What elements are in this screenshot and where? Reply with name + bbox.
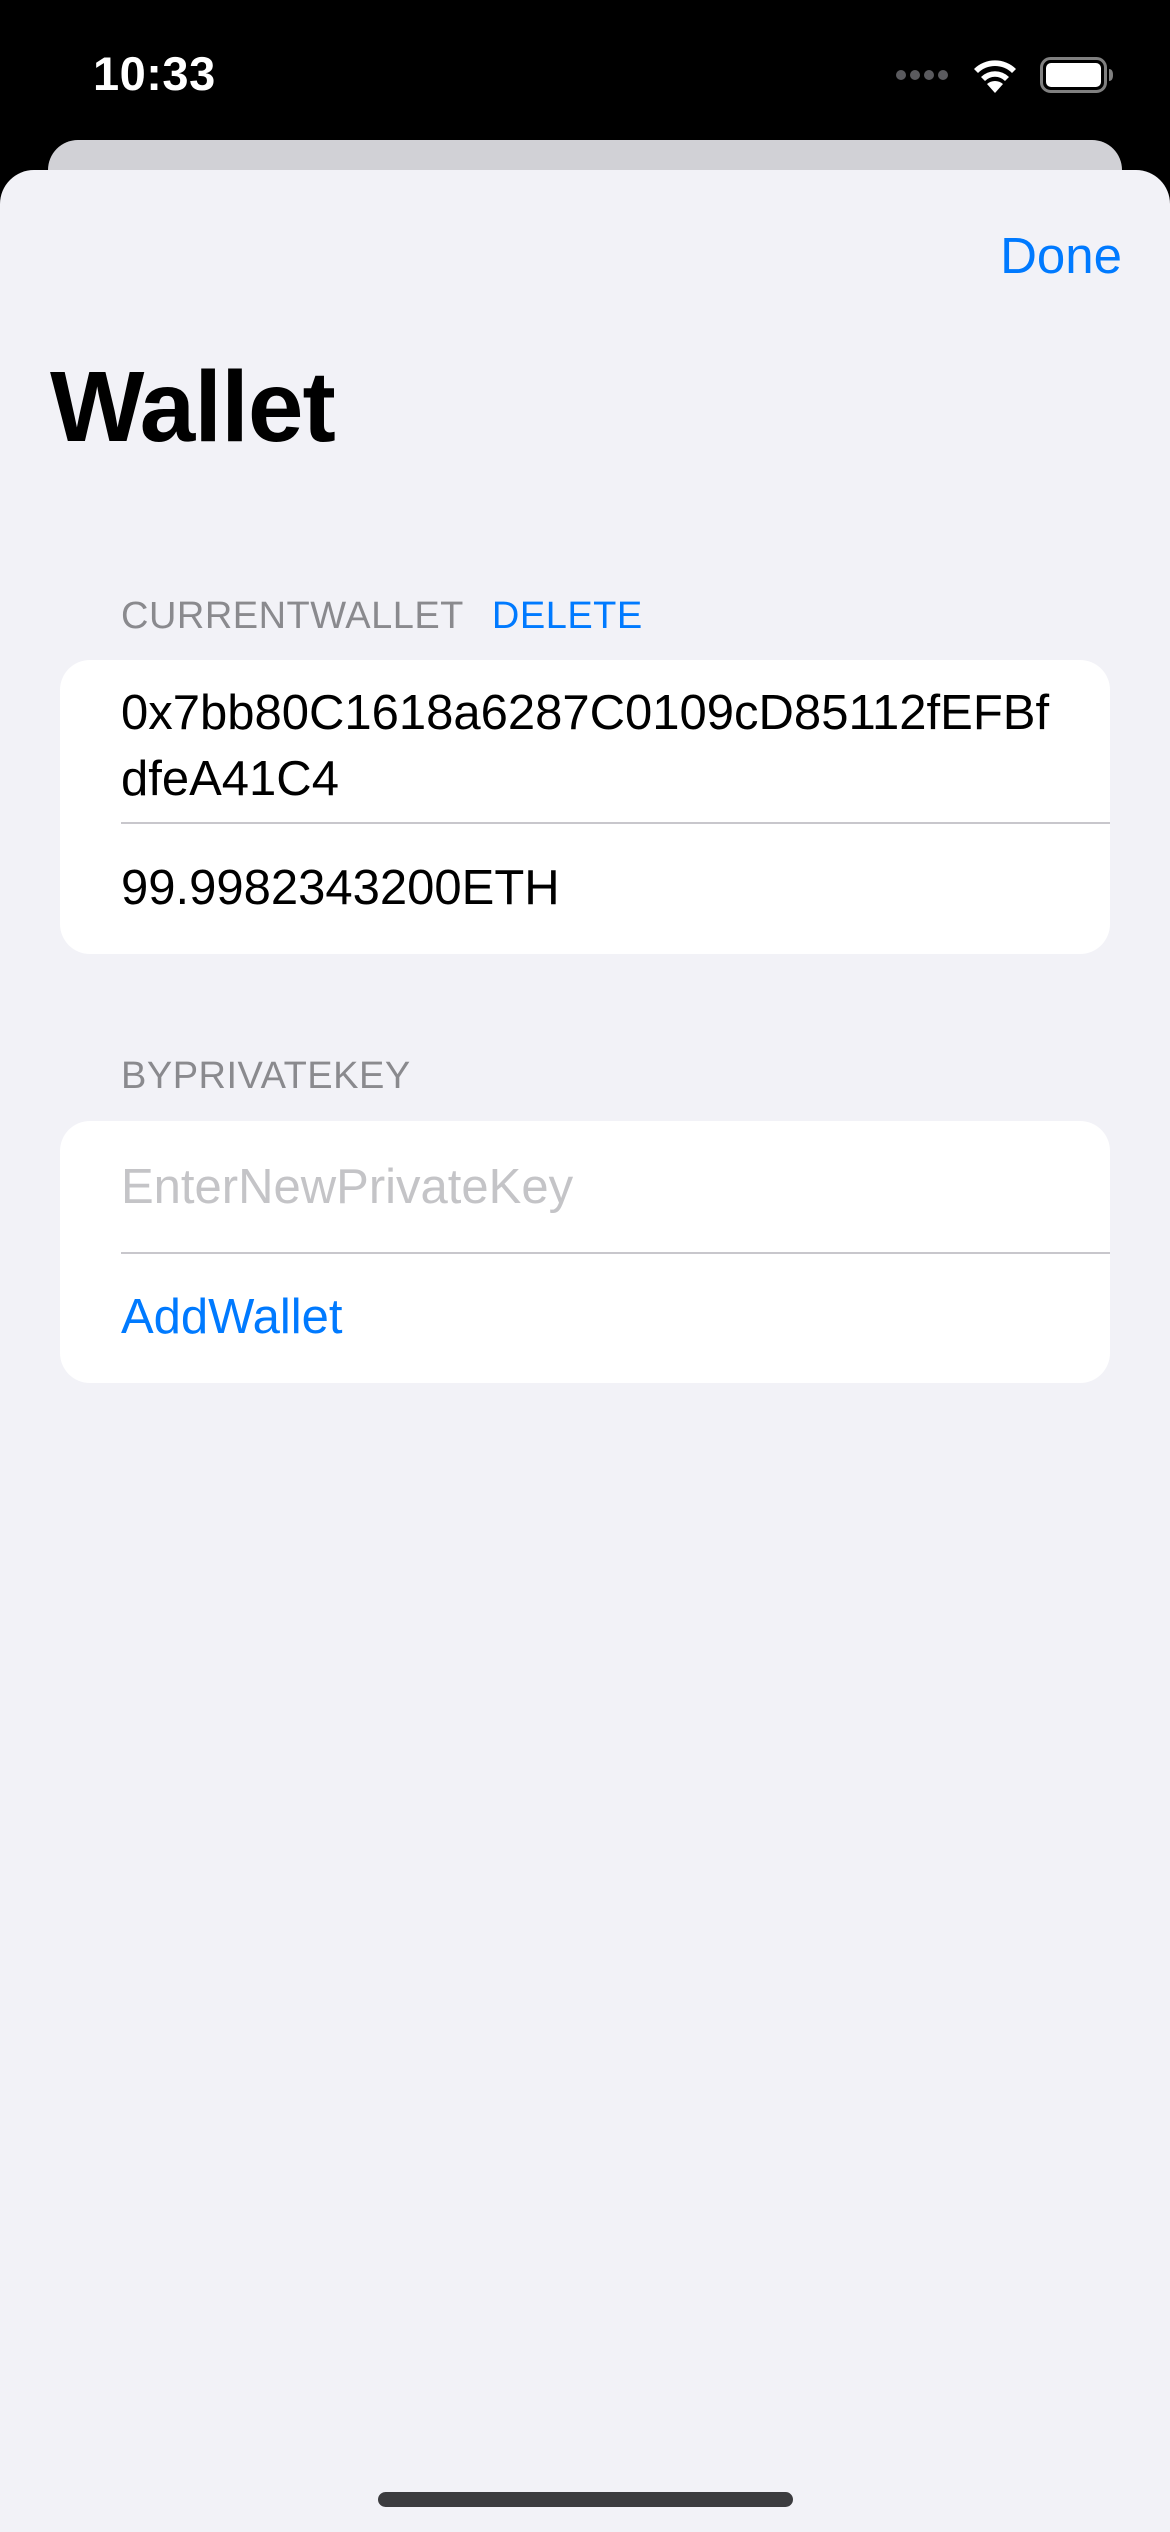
wallet-balance: 99.9982343200ETH (60, 822, 1110, 954)
status-icons (896, 52, 1114, 98)
current-wallet-header-label: CURRENTWALLET (121, 595, 464, 637)
wallet-address: 0x7bb80C1618a6287C0109cD85112fEFBfdfeA41… (121, 686, 1050, 806)
app-screen: 10:33 Done Wallet CURRENTWALLET DELETE 0… (0, 0, 1170, 2532)
private-key-header-label: BYPRIVATEKEY (121, 1055, 411, 1097)
private-key-input[interactable] (121, 1158, 1050, 1215)
page-title: Wallet (50, 351, 336, 463)
done-button[interactable]: Done (1000, 226, 1122, 285)
add-wallet-button[interactable]: AddWallet (60, 1252, 1110, 1383)
delete-wallet-button[interactable]: DELETE (492, 595, 643, 638)
wallet-sheet: Done Wallet CURRENTWALLET DELETE 0x7bb80… (0, 170, 1170, 2532)
battery-icon (1040, 57, 1113, 93)
home-indicator (378, 2492, 793, 2507)
cellular-signal-icon (896, 70, 948, 80)
status-time: 10:33 (93, 47, 216, 100)
private-key-row (60, 1121, 1110, 1252)
private-key-header: BYPRIVATEKEY (121, 1055, 411, 1098)
status-bar: 10:33 (0, 0, 1170, 140)
current-wallet-group: 0x7bb80C1618a6287C0109cD85112fEFBfdfeA41… (60, 660, 1110, 954)
private-key-group: AddWallet (60, 1121, 1110, 1383)
current-wallet-header: CURRENTWALLET DELETE (121, 595, 643, 638)
wifi-icon (974, 60, 1016, 93)
